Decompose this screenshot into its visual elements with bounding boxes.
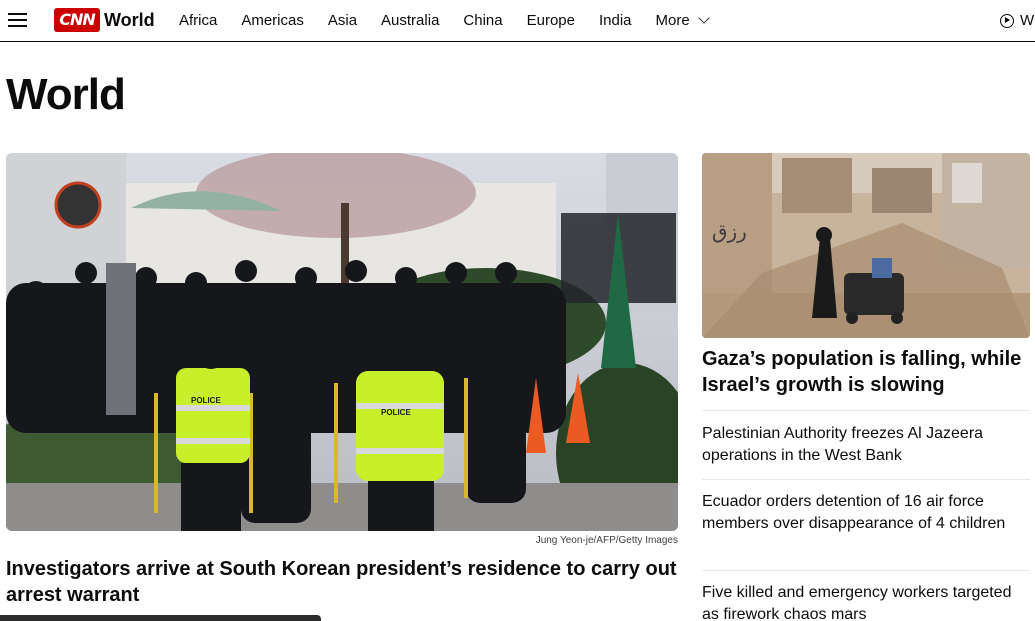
play-icon: [1000, 13, 1014, 28]
region-nav: Africa Americas Asia Australia China Eur…: [179, 12, 732, 29]
lead-story-image[interactable]: POLICE POLICE: [6, 153, 678, 531]
police-text-2: POLICE: [381, 408, 411, 417]
photo-credit: Jung Yeon-je/AFP/Getty Images: [535, 535, 678, 546]
svg-text:رزق: رزق: [712, 219, 747, 243]
divider: [702, 479, 1030, 480]
nav-europe[interactable]: Europe: [527, 12, 575, 29]
nav-africa[interactable]: Africa: [179, 12, 217, 29]
section-name[interactable]: World: [104, 10, 155, 31]
nav-china[interactable]: China: [463, 12, 502, 29]
nav-australia[interactable]: Australia: [381, 12, 439, 29]
list-item[interactable]: Five killed and emergency workers target…: [702, 582, 1030, 621]
divider: [702, 410, 1030, 411]
watch-label: W: [1020, 12, 1035, 29]
cnn-logo[interactable]: CNN: [54, 8, 100, 32]
site-header: CNN World Africa Americas Asia Australia…: [0, 0, 1035, 42]
nav-india[interactable]: India: [599, 12, 632, 29]
lead-headline[interactable]: Investigators arrive at South Korean pre…: [6, 556, 681, 608]
police-text-1: POLICE: [191, 396, 221, 405]
nav-more[interactable]: More: [655, 12, 710, 29]
nav-americas[interactable]: Americas: [241, 12, 304, 29]
menu-icon[interactable]: [8, 12, 27, 28]
list-item[interactable]: Ecuador orders detention of 16 air force…: [702, 491, 1030, 535]
side-story-image[interactable]: رزق: [702, 153, 1030, 338]
chevron-down-icon: [698, 12, 710, 24]
watch-button[interactable]: W: [1000, 12, 1034, 29]
list-item[interactable]: Palestinian Authority freezes Al Jazeera…: [702, 423, 1030, 467]
divider: [702, 570, 1030, 571]
side-headline[interactable]: Gaza’s population is falling, while Isra…: [702, 346, 1030, 398]
more-label: More: [655, 12, 690, 29]
page-title: World: [6, 70, 126, 119]
status-bar: [0, 615, 321, 621]
nav-asia[interactable]: Asia: [328, 12, 357, 29]
